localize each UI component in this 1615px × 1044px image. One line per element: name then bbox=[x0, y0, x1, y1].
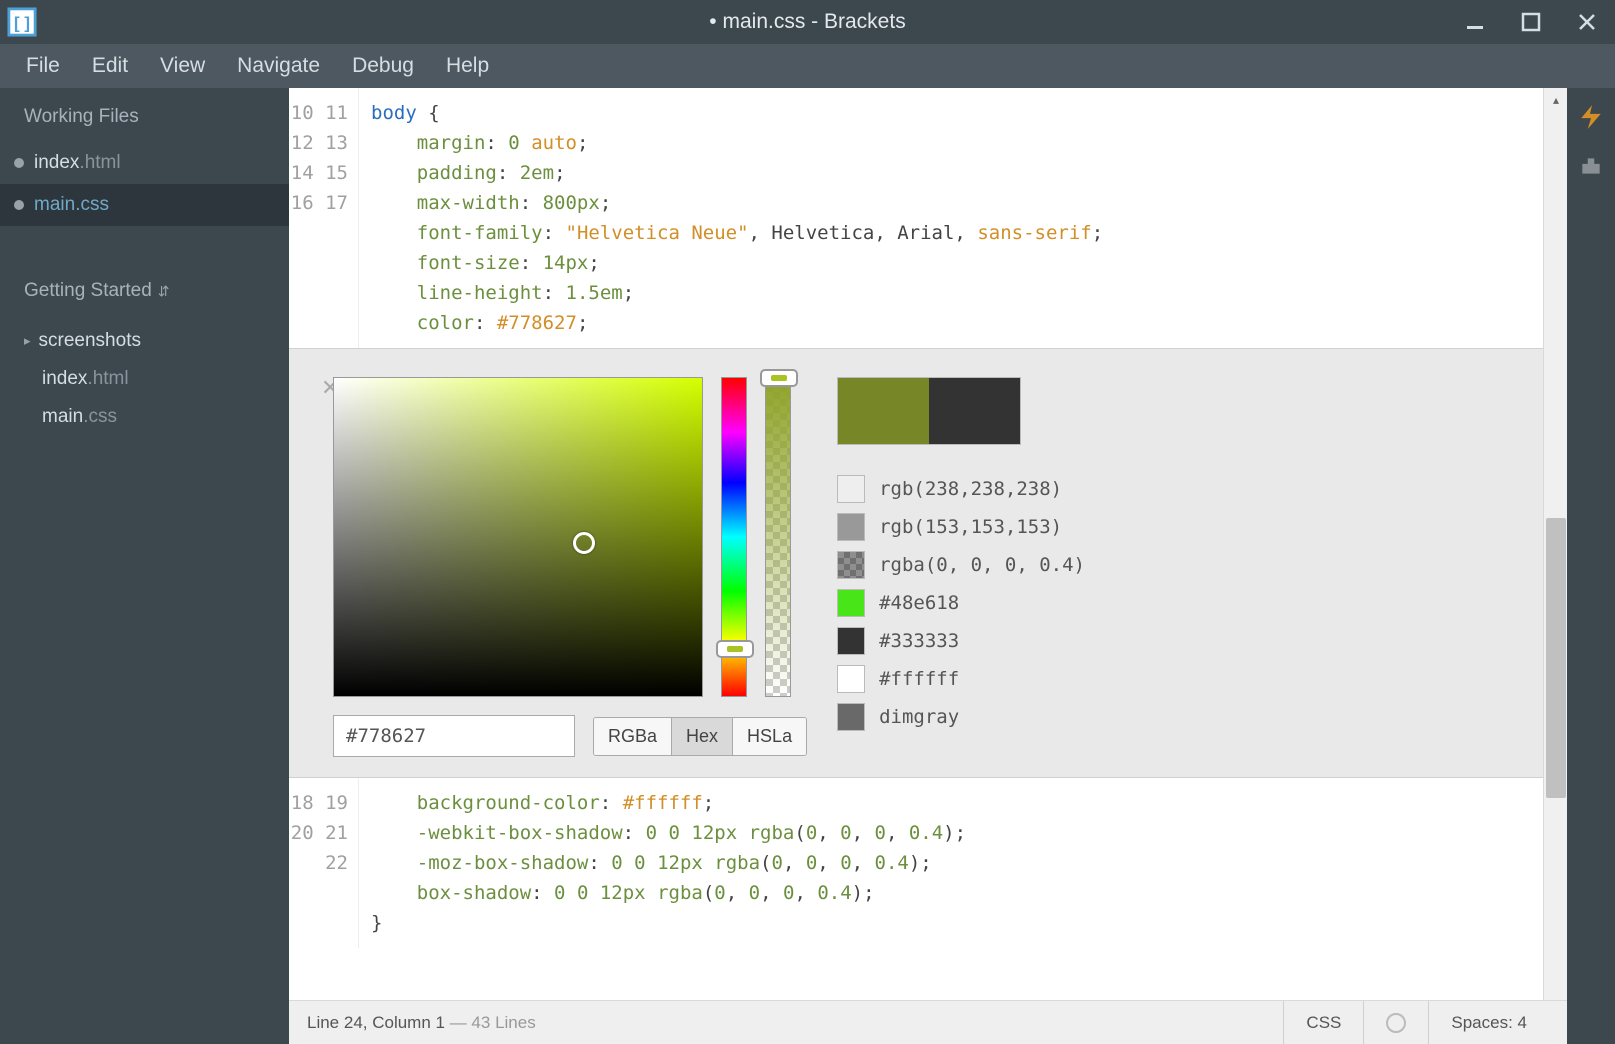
menu-view[interactable]: View bbox=[146, 48, 219, 84]
tree-index[interactable]: index.html bbox=[24, 360, 289, 398]
extension-manager-icon[interactable] bbox=[1577, 154, 1605, 178]
color-compare bbox=[837, 377, 1021, 445]
working-file-index[interactable]: index.html bbox=[0, 142, 289, 184]
status-language[interactable]: CSS bbox=[1283, 1001, 1363, 1044]
hue-slider[interactable] bbox=[721, 377, 747, 697]
close-button[interactable] bbox=[1559, 0, 1615, 44]
swatch-label: rgb(153,153,153) bbox=[879, 516, 1062, 538]
alpha-slider[interactable] bbox=[765, 377, 791, 697]
sat-val-picker[interactable] bbox=[333, 377, 703, 697]
scrollbar-thumb[interactable] bbox=[1546, 518, 1566, 798]
format-hsla-button[interactable]: HSLa bbox=[732, 718, 806, 755]
compare-original[interactable] bbox=[929, 378, 1020, 444]
menubar: FileEditViewNavigateDebugHelp bbox=[0, 44, 1615, 88]
color-value-input[interactable] bbox=[333, 715, 575, 757]
swatch-row[interactable]: rgb(153,153,153) bbox=[837, 513, 1085, 541]
swatch-label: #ffffff bbox=[879, 668, 959, 690]
swatch-label: #48e618 bbox=[879, 592, 959, 614]
window-title: • main.css - Brackets bbox=[709, 10, 905, 34]
tree-screenshots[interactable]: screenshots bbox=[24, 322, 289, 360]
swatch-row[interactable]: #ffffff bbox=[837, 665, 1085, 693]
swatch-label: dimgray bbox=[879, 706, 959, 728]
working-files-list: index.htmlmain.css bbox=[0, 142, 289, 226]
swatch-icon bbox=[837, 513, 865, 541]
swatch-icon bbox=[837, 475, 865, 503]
project-dropdown[interactable]: Getting Started bbox=[0, 254, 289, 316]
live-preview-icon[interactable] bbox=[1577, 104, 1605, 128]
menu-navigate[interactable]: Navigate bbox=[223, 48, 334, 84]
svg-text:[ ]: [ ] bbox=[14, 14, 30, 33]
menu-edit[interactable]: Edit bbox=[78, 48, 142, 84]
swatch-icon bbox=[837, 589, 865, 617]
hue-slider-handle[interactable] bbox=[716, 640, 754, 658]
code-top[interactable]: 10 11 12 13 14 15 16 17 body { margin: 0… bbox=[289, 88, 1543, 348]
right-toolbar bbox=[1567, 88, 1615, 1044]
swatch-list: rgb(238,238,238) rgb(153,153,153) rgba(0, … bbox=[837, 475, 1085, 731]
dirty-dot-icon bbox=[14, 200, 24, 210]
status-indent[interactable]: Spaces: 4 bbox=[1428, 1001, 1549, 1044]
minimize-button[interactable] bbox=[1447, 0, 1503, 44]
inline-color-editor: ✕ bbox=[289, 348, 1543, 778]
scroll-up-icon[interactable]: ▴ bbox=[1544, 88, 1567, 112]
alpha-slider-handle[interactable] bbox=[760, 369, 798, 387]
working-files-title: Working Files bbox=[0, 88, 289, 142]
swatch-icon bbox=[837, 627, 865, 655]
swatch-row[interactable]: dimgray bbox=[837, 703, 1085, 731]
vertical-scrollbar[interactable]: ▴ bbox=[1543, 88, 1567, 1000]
window-controls bbox=[1447, 0, 1615, 44]
circle-icon bbox=[1386, 1013, 1406, 1033]
sv-cursor[interactable] bbox=[573, 532, 595, 554]
swatch-row[interactable]: rgba(0, 0, 0, 0.4) bbox=[837, 551, 1085, 579]
swatch-row[interactable]: #333333 bbox=[837, 627, 1085, 655]
menu-debug[interactable]: Debug bbox=[338, 48, 428, 84]
swatch-label: rgb(238,238,238) bbox=[879, 478, 1062, 500]
status-lint[interactable] bbox=[1363, 1001, 1428, 1044]
format-rgba-button[interactable]: RGBa bbox=[594, 718, 671, 755]
swatch-row[interactable]: rgb(238,238,238) bbox=[837, 475, 1085, 503]
compare-new bbox=[838, 378, 929, 444]
swatch-icon bbox=[837, 703, 865, 731]
menu-file[interactable]: File bbox=[12, 48, 74, 84]
format-hex-button[interactable]: Hex bbox=[671, 718, 732, 755]
swatch-icon bbox=[837, 551, 865, 579]
format-segmented: RGBaHexHSLa bbox=[593, 717, 807, 756]
titlebar: [ ] • main.css - Brackets bbox=[0, 0, 1615, 44]
editor-main: 10 11 12 13 14 15 16 17 body { margin: 0… bbox=[289, 88, 1567, 1044]
status-cursor-pos[interactable]: Line 24, Column 1 — 43 Lines bbox=[307, 1013, 1283, 1033]
working-file-main[interactable]: main.css bbox=[0, 184, 289, 226]
menu-help[interactable]: Help bbox=[432, 48, 503, 84]
dirty-dot-icon bbox=[14, 158, 24, 168]
sidebar: Working Files index.htmlmain.css Getting… bbox=[0, 88, 289, 1044]
tree-main[interactable]: main.css bbox=[24, 398, 289, 436]
app-icon: [ ] bbox=[0, 0, 44, 44]
swatch-label: rgba(0, 0, 0, 0.4) bbox=[879, 554, 1085, 576]
statusbar: Line 24, Column 1 — 43 Lines CSS Spaces:… bbox=[289, 1000, 1567, 1044]
code-bottom[interactable]: 18 19 20 21 22 background-color: #ffffff… bbox=[289, 778, 1543, 948]
file-tree: screenshotsindex.htmlmain.css bbox=[0, 316, 289, 442]
swatch-label: #333333 bbox=[879, 630, 959, 652]
swatch-icon bbox=[837, 665, 865, 693]
swatch-row[interactable]: #48e618 bbox=[837, 589, 1085, 617]
maximize-button[interactable] bbox=[1503, 0, 1559, 44]
